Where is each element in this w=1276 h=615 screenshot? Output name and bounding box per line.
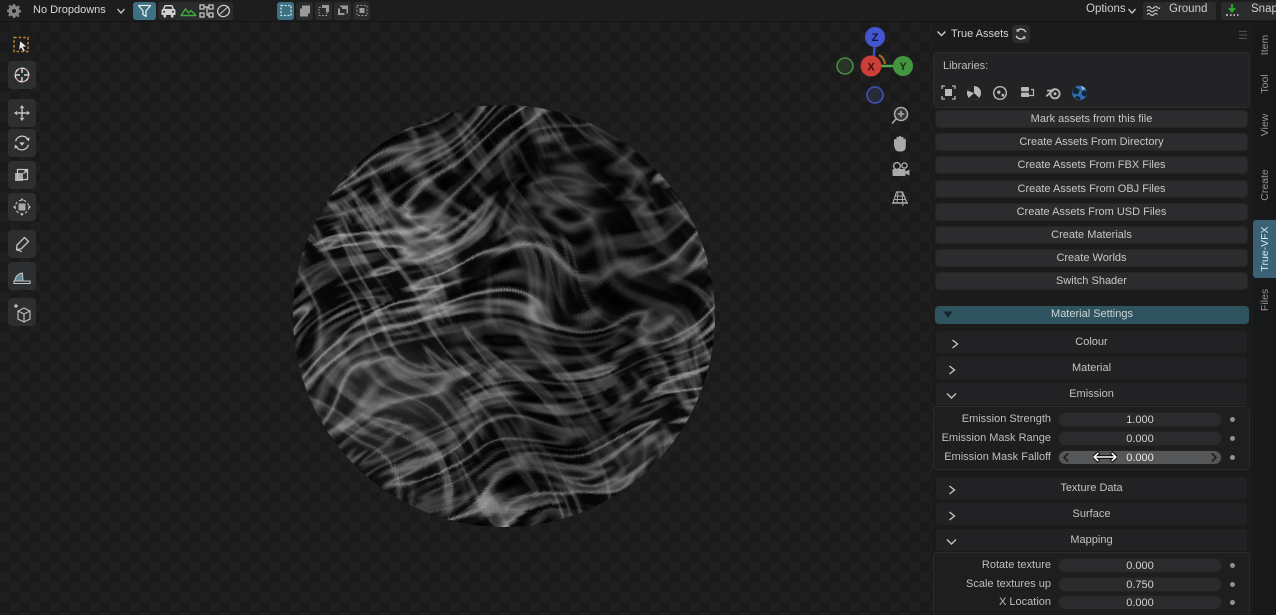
svg-text:Y: Y — [899, 61, 907, 73]
svg-text:X: X — [867, 62, 875, 74]
svg-text:Z: Z — [872, 32, 879, 44]
